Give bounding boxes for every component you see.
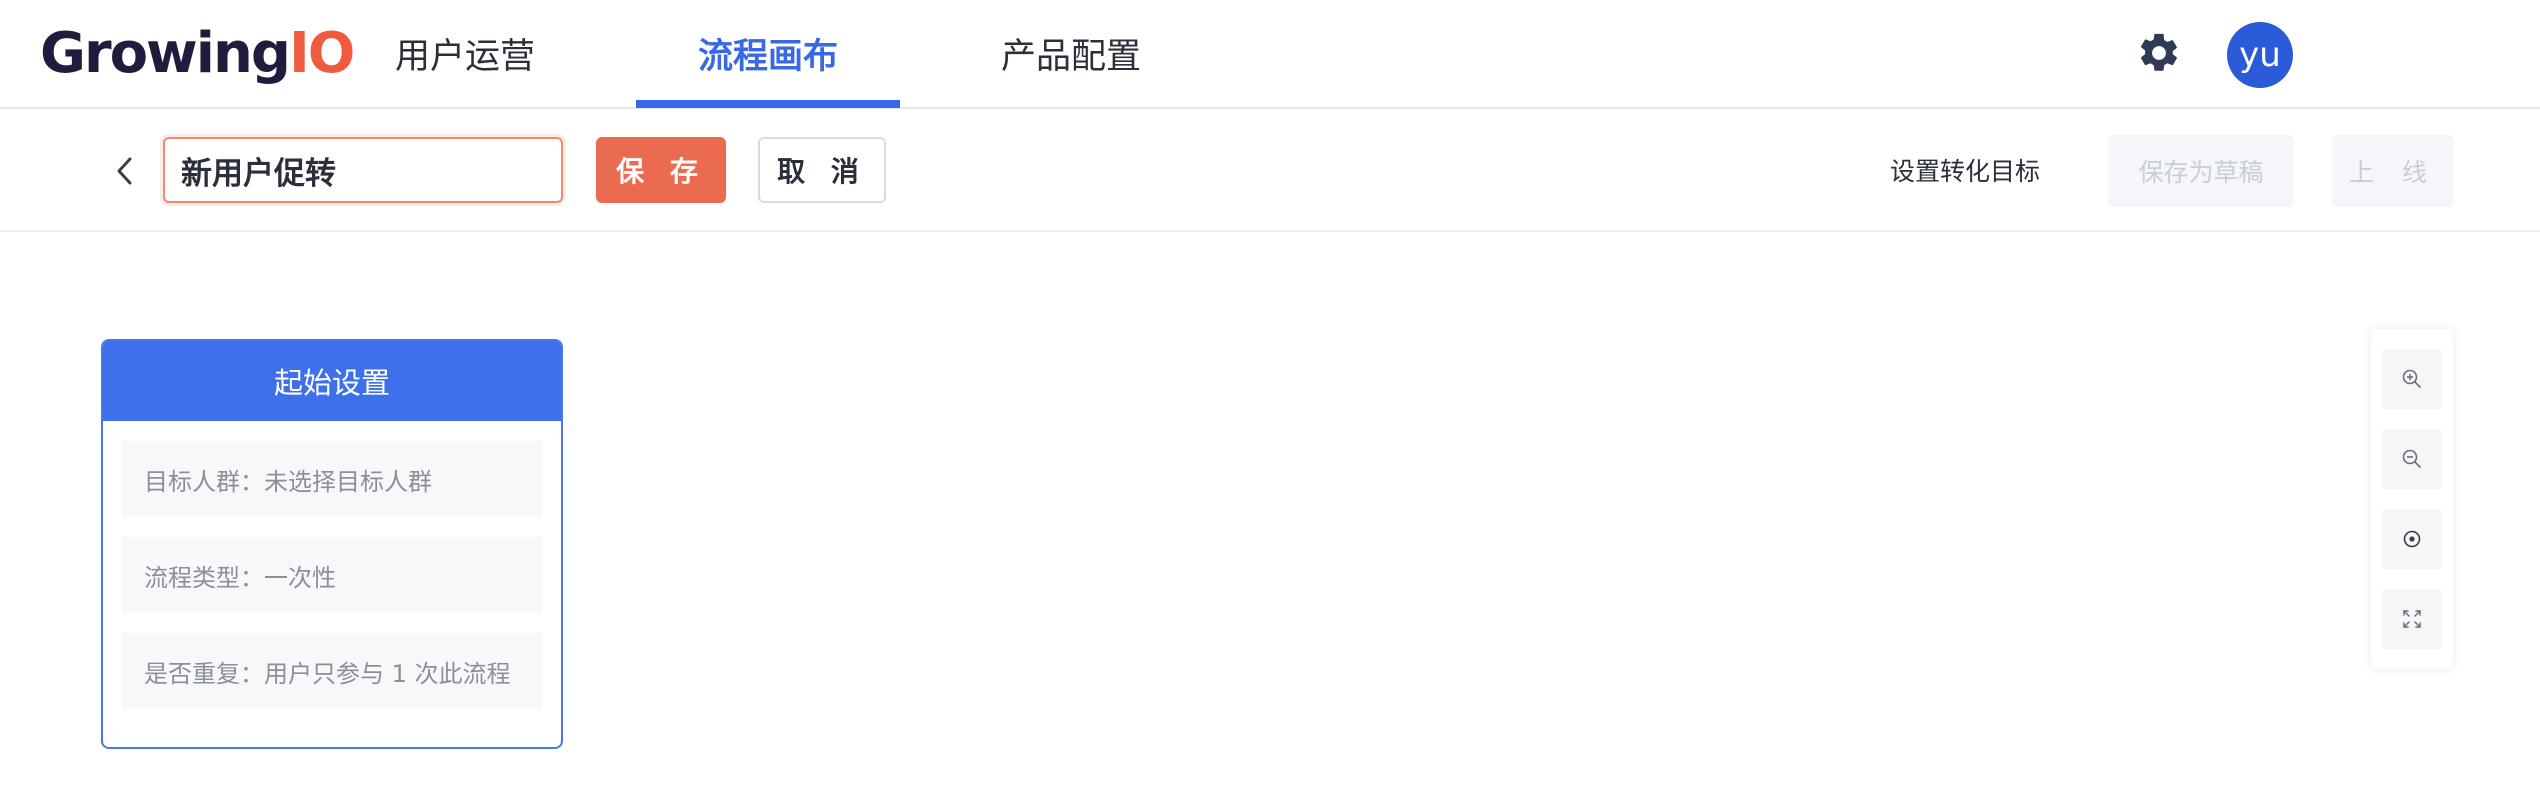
tab-label: 用户运营 <box>394 37 535 77</box>
tab-product-config[interactable]: 产品配置 <box>974 0 1168 107</box>
zoom-controls-panel <box>2371 329 2453 669</box>
zoom-out-button[interactable] <box>2382 429 2442 489</box>
chevron-left-icon[interactable] <box>110 151 140 191</box>
set-conversion-goal-link[interactable]: 设置转化目标 <box>1880 137 2050 203</box>
zoom-in-button[interactable] <box>2382 349 2442 409</box>
go-online-button[interactable]: 上 线 <box>2332 135 2454 207</box>
logo-text-main: Growing <box>40 20 291 86</box>
row-text: 是否重复：用户只参与 1 次此流程 <box>144 659 511 688</box>
start-settings-node[interactable]: 起始设置 目标人群：未选择目标人群 流程类型：一次性 是否重复：用户只参与 1 … <box>101 339 563 749</box>
tab-label: 流程画布 <box>697 37 838 77</box>
tab-label: 产品配置 <box>1000 37 1141 77</box>
cancel-button[interactable]: 取 消 <box>758 137 886 203</box>
avatar-initials: yu <box>2239 35 2281 75</box>
node-title: 起始设置 <box>273 366 390 400</box>
flow-name-input[interactable] <box>163 137 563 203</box>
save-draft-label: 保存为草稿 <box>2138 158 2264 187</box>
save-draft-button[interactable]: 保存为草稿 <box>2108 135 2294 207</box>
avatar[interactable]: yu <box>2227 22 2293 88</box>
tab-user-operations[interactable]: 用户运营 <box>370 0 560 107</box>
online-label: 上 线 <box>2349 158 2437 187</box>
node-header: 起始设置 <box>103 341 561 421</box>
flow-toolbar: 保 存 取 消 设置转化目标 保存为草稿 上 线 <box>0 109 2540 232</box>
zoom-out-icon <box>2402 449 2421 468</box>
logo-text-accent: IO <box>288 20 355 86</box>
save-button[interactable]: 保 存 <box>596 137 726 203</box>
node-row-flow-type[interactable]: 流程类型：一次性 <box>122 537 542 613</box>
gear-icon[interactable] <box>2136 30 2182 76</box>
set-goal-label: 设置转化目标 <box>1889 157 2040 186</box>
tab-flow-canvas[interactable]: 流程画布 <box>636 0 900 108</box>
locate-button[interactable] <box>2382 509 2442 569</box>
row-text: 目标人群：未选择目标人群 <box>144 467 432 496</box>
node-row-repeat[interactable]: 是否重复：用户只参与 1 次此流程 <box>122 633 542 709</box>
fit-screen-icon <box>2403 610 2421 628</box>
fit-screen-button[interactable] <box>2382 589 2442 649</box>
growingio-logo[interactable]: Growing IO <box>40 18 355 88</box>
top-nav-bar: Growing IO 用户运营 流程画布 产品配置 yu <box>0 0 2540 109</box>
zoom-in-icon <box>2402 369 2421 388</box>
node-row-target-audience[interactable]: 目标人群：未选择目标人群 <box>122 441 542 517</box>
locate-icon <box>2403 530 2421 548</box>
cancel-button-label: 取 消 <box>777 155 867 188</box>
row-text: 流程类型：一次性 <box>144 563 336 592</box>
save-button-label: 保 存 <box>616 155 706 188</box>
